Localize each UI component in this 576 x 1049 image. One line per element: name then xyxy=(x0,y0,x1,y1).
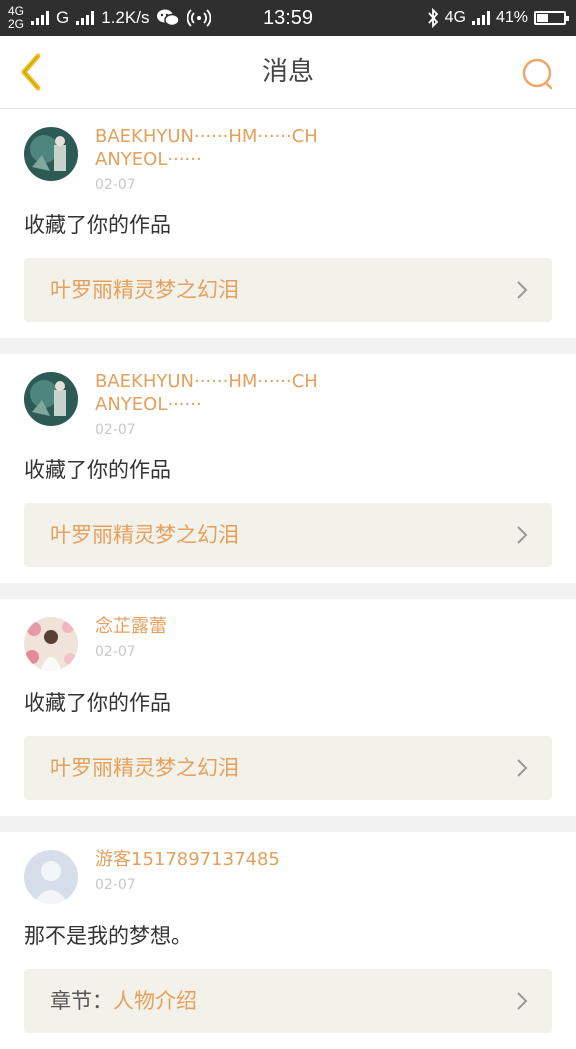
sender-name[interactable]: BAEKHYUN······HM······CHANYEOL······ xyxy=(95,370,325,416)
sender-name[interactable]: 念芷露蕾 xyxy=(95,615,167,638)
divider xyxy=(0,338,576,354)
message-date: 02-07 xyxy=(95,422,136,438)
battery-icon xyxy=(534,11,569,25)
message-item: 游客1517897137485 02-07 那不是我的梦想。 章节：人物介绍 xyxy=(0,832,576,1049)
green-photo-avatar xyxy=(24,372,78,426)
wechat-icon xyxy=(157,9,181,27)
network-type-stack: 4G 2G xyxy=(8,5,24,31)
green-photo-avatar xyxy=(24,127,78,181)
work-link[interactable]: 叶罗丽精灵梦之幻泪 xyxy=(24,736,552,800)
bluetooth-icon xyxy=(427,8,438,28)
message-text: 那不是我的梦想。 xyxy=(24,924,192,948)
work-title: 叶罗丽精灵梦之幻泪 xyxy=(50,523,239,547)
message-text: 收藏了你的作品 xyxy=(24,691,171,715)
work-title: 叶罗丽精灵梦之幻泪 xyxy=(50,278,239,302)
message-item: 念芷露蕾 02-07 收藏了你的作品 叶罗丽精灵梦之幻泪 xyxy=(0,599,576,816)
status-left: 4G 2G G 1.2K/s xyxy=(8,0,212,36)
chapter-link[interactable]: 章节：人物介绍 xyxy=(24,969,552,1033)
divider xyxy=(0,816,576,832)
chevron-right-icon xyxy=(517,759,528,777)
network-type-right: 4G xyxy=(444,9,466,26)
message-date: 02-07 xyxy=(95,644,136,660)
message-date: 02-07 xyxy=(95,877,136,893)
user-avatar[interactable] xyxy=(24,617,78,671)
carrier2-label: G xyxy=(56,8,70,27)
sender-name[interactable]: BAEKHYUN······HM······CHANYEOL······ xyxy=(95,125,325,171)
flower-photo-avatar xyxy=(24,617,78,671)
work-link[interactable]: 叶罗丽精灵梦之幻泪 xyxy=(24,258,552,322)
title-bar: 消息 xyxy=(0,36,576,109)
signal-icon xyxy=(31,11,50,25)
status-right: 4G 41% xyxy=(427,0,569,36)
sender-name[interactable]: 游客1517897137485 xyxy=(95,848,280,871)
chapter-title: 章节：人物介绍 xyxy=(50,989,197,1013)
default-user-avatar xyxy=(24,850,78,904)
message-date: 02-07 xyxy=(95,177,136,193)
search-icon xyxy=(522,58,553,90)
message-list: BAEKHYUN······HM······CHANYEOL······ 02-… xyxy=(0,109,576,1049)
signal-icon-3 xyxy=(471,11,490,25)
chevron-right-icon xyxy=(517,992,528,1010)
network-type-bottom: 2G xyxy=(8,17,25,31)
divider xyxy=(0,583,576,599)
message-item: BAEKHYUN······HM······CHANYEOL······ 02-… xyxy=(0,354,576,583)
network-speed: 1.2K/s xyxy=(101,8,150,27)
signal-icon-2 xyxy=(76,11,95,25)
user-avatar[interactable] xyxy=(24,372,78,426)
chevron-right-icon xyxy=(517,281,528,299)
search-button[interactable] xyxy=(520,56,556,92)
battery-percent: 41% xyxy=(495,9,528,26)
status-bar: 4G 2G G 1.2K/s 13:59 4G 41% xyxy=(0,0,576,36)
message-text: 收藏了你的作品 xyxy=(24,213,171,237)
message-text: 收藏了你的作品 xyxy=(24,458,171,482)
user-avatar[interactable] xyxy=(24,850,78,904)
work-title: 叶罗丽精灵梦之幻泪 xyxy=(50,756,239,780)
page-title: 消息 xyxy=(261,57,314,87)
hotspot-icon xyxy=(187,9,212,27)
chapter-label: 章节： xyxy=(50,989,113,1013)
user-avatar[interactable] xyxy=(24,127,78,181)
chevron-right-icon xyxy=(517,526,528,544)
message-item: BAEKHYUN······HM······CHANYEOL······ 02-… xyxy=(0,109,576,338)
work-link[interactable]: 叶罗丽精灵梦之幻泪 xyxy=(24,503,552,567)
